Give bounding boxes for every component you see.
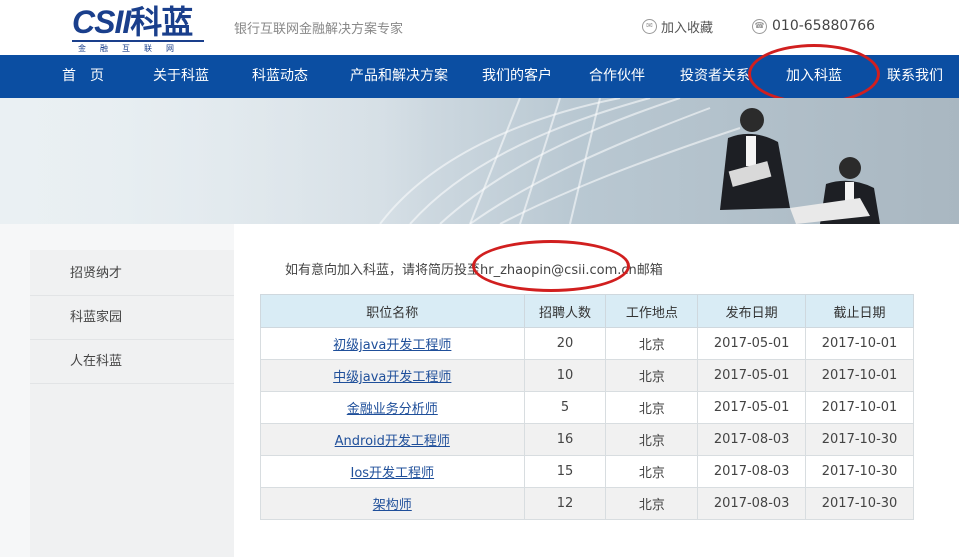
- nav-item-investors[interactable]: 投资者关系: [676, 55, 754, 98]
- phone-number: 010-65880766: [772, 18, 876, 34]
- resume-notice: 如有意向加入科蓝，请将简历投至hr_zhaopin@csii.com.cn邮箱: [285, 259, 663, 278]
- notice-prefix: 如有意向加入科蓝，请将简历投至: [285, 263, 481, 278]
- column-header-deadline: 截止日期: [805, 294, 914, 328]
- job-count: 15: [523, 455, 607, 488]
- logo-wordmark: CSII科蓝: [72, 4, 193, 40]
- job-location: 北京: [605, 359, 699, 392]
- job-count: 5: [523, 391, 607, 424]
- logo[interactable]: CSII科蓝 金融互联网: [72, 4, 212, 53]
- job-deadline: 2017-10-30: [805, 487, 914, 520]
- job-title-link[interactable]: Ios开发工程师: [351, 466, 435, 481]
- job-publish-date: 2017-08-03: [697, 455, 807, 488]
- job-title-link[interactable]: Android开发工程师: [335, 434, 450, 449]
- job-location: 北京: [605, 487, 699, 520]
- banner-illustration: [0, 98, 959, 224]
- nav-item-home[interactable]: 首 页: [52, 55, 114, 98]
- nav-item-clients[interactable]: 我们的客户: [478, 55, 556, 98]
- slogan: 银行互联网金融解决方案专家: [234, 22, 404, 37]
- sidebar-item-people[interactable]: 人在科蓝: [30, 340, 234, 384]
- job-location: 北京: [605, 327, 699, 360]
- table-row: Android开发工程师 16 北京 2017-08-03 2017-10-30: [260, 423, 914, 456]
- job-location: 北京: [605, 423, 699, 456]
- job-publish-date: 2017-05-01: [697, 359, 807, 392]
- table-header-row: 职位名称 招聘人数 工作地点 发布日期 截止日期: [260, 294, 914, 328]
- job-publish-date: 2017-05-01: [697, 327, 807, 360]
- table-row: Ios开发工程师 15 北京 2017-08-03 2017-10-30: [260, 455, 914, 488]
- job-title-cell: 中级java开发工程师: [260, 359, 525, 392]
- job-title-cell: 架构师: [260, 487, 525, 520]
- logo-subtitle: 金融互联网: [78, 44, 188, 53]
- nav-item-products[interactable]: 产品和解决方案: [346, 55, 452, 98]
- site-header: CSII科蓝 金融互联网 银行互联网金融解决方案专家 ✉ 加入收藏 ☎ 010-…: [0, 0, 959, 55]
- table-row: 架构师 12 北京 2017-08-03 2017-10-30: [260, 487, 914, 520]
- job-title-cell: Android开发工程师: [260, 423, 525, 456]
- sidebar: 招贤纳才 科蓝家园 人在科蓝: [30, 250, 234, 557]
- job-title-cell: 金融业务分析师: [260, 391, 525, 424]
- job-deadline: 2017-10-01: [805, 327, 914, 360]
- nav-item-join[interactable]: 加入科蓝: [778, 55, 850, 98]
- job-title-link[interactable]: 初级java开发工程师: [333, 338, 451, 353]
- job-title-link[interactable]: 金融业务分析师: [347, 402, 438, 417]
- job-title-cell: 初级java开发工程师: [260, 327, 525, 360]
- column-header-publish: 发布日期: [697, 294, 807, 328]
- nav-item-contact[interactable]: 联系我们: [880, 55, 950, 98]
- job-deadline: 2017-10-30: [805, 423, 914, 456]
- phone-icon: ☎: [752, 18, 767, 34]
- recruit-email[interactable]: hr_zhaopin@csii.com.cn: [480, 263, 637, 278]
- add-favorite-link[interactable]: ✉ 加入收藏: [642, 17, 714, 36]
- nav-item-partners[interactable]: 合作伙伴: [582, 55, 652, 98]
- table-row: 初级java开发工程师 20 北京 2017-05-01 2017-10-01: [260, 327, 914, 360]
- phone-contact: ☎ 010-65880766: [752, 16, 875, 36]
- job-count: 12: [523, 487, 607, 520]
- job-count: 10: [523, 359, 607, 392]
- sidebar-item-recruit[interactable]: 招贤纳才: [30, 252, 234, 296]
- job-deadline: 2017-10-30: [805, 455, 914, 488]
- favorite-label: 加入收藏: [661, 20, 714, 36]
- job-deadline: 2017-10-01: [805, 391, 914, 424]
- main-nav: 首 页 关于科蓝 科蓝动态 产品和解决方案 我们的客户 合作伙伴 投资者关系 加…: [0, 55, 959, 98]
- column-header-title: 职位名称: [260, 294, 525, 328]
- notice-suffix: 邮箱: [636, 263, 663, 278]
- logo-underline: [72, 40, 204, 42]
- job-count: 16: [523, 423, 607, 456]
- hero-banner: [0, 98, 959, 224]
- sidebar-item-home[interactable]: 科蓝家园: [30, 296, 234, 340]
- job-location: 北京: [605, 455, 699, 488]
- job-title-link[interactable]: 架构师: [373, 498, 412, 513]
- job-title-link[interactable]: 中级java开发工程师: [333, 370, 451, 385]
- job-location: 北京: [605, 391, 699, 424]
- table-row: 中级java开发工程师 10 北京 2017-05-01 2017-10-01: [260, 359, 914, 392]
- jobs-table: 职位名称 招聘人数 工作地点 发布日期 截止日期 初级java开发工程师 20 …: [260, 294, 914, 520]
- favorite-icon: ✉: [642, 18, 657, 34]
- job-deadline: 2017-10-01: [805, 359, 914, 392]
- job-title-cell: Ios开发工程师: [260, 455, 525, 488]
- job-publish-date: 2017-08-03: [697, 423, 807, 456]
- column-header-count: 招聘人数: [523, 294, 607, 328]
- job-count: 20: [523, 327, 607, 360]
- job-publish-date: 2017-08-03: [697, 487, 807, 520]
- table-row: 金融业务分析师 5 北京 2017-05-01 2017-10-01: [260, 391, 914, 424]
- column-header-location: 工作地点: [605, 294, 699, 328]
- nav-item-about[interactable]: 关于科蓝: [146, 55, 216, 98]
- job-publish-date: 2017-05-01: [697, 391, 807, 424]
- nav-item-news[interactable]: 科蓝动态: [245, 55, 315, 98]
